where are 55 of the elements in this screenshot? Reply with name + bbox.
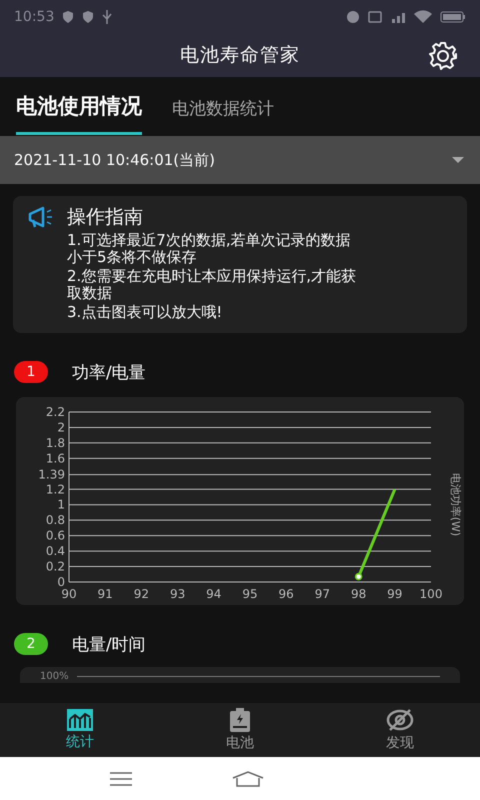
axis-label: 0.6 bbox=[46, 528, 65, 543]
axis-label: 98 bbox=[350, 587, 366, 601]
caret-icon bbox=[452, 157, 464, 163]
section-title: 电量/时间 bbox=[72, 634, 146, 656]
axis-label: 0.4 bbox=[46, 544, 65, 558]
axis-label: 1.2 bbox=[46, 482, 65, 496]
axis-label: 95 bbox=[242, 587, 258, 601]
axis-label: 2 bbox=[57, 420, 65, 434]
nav-item[interactable]: 电池 bbox=[210, 703, 270, 757]
axis-label: 96 bbox=[278, 587, 294, 601]
chart-card[interactable]: 100% bbox=[20, 667, 460, 683]
status-time: 10:53 bbox=[14, 8, 54, 24]
signal-icon bbox=[390, 10, 406, 22]
axis-label: 1.6 bbox=[46, 451, 65, 466]
axis-label: 94 bbox=[206, 587, 222, 601]
battery-icon bbox=[440, 10, 466, 22]
number-badge: 1 bbox=[14, 361, 48, 383]
axis-label: 99 bbox=[387, 587, 402, 601]
app-title: 电池寿命管家 bbox=[180, 43, 300, 68]
tab[interactable]: 电池数据统计 bbox=[172, 97, 274, 135]
axis-label: 97 bbox=[314, 587, 330, 601]
guide-text: 1.可选择最近7次的数据,若单次记录的数据小于5条将不做保存 bbox=[67, 232, 352, 266]
number-badge: 2 bbox=[14, 633, 48, 655]
axis-label: 2.2 bbox=[46, 405, 65, 419]
axis-label: 1.8 bbox=[46, 436, 65, 450]
battery-icon bbox=[229, 708, 251, 732]
axis-label: 1.39 bbox=[38, 468, 65, 482]
guide-text: 2.您需要在充电时让本应用保持运行,才能获取数据 bbox=[67, 268, 358, 302]
axis-label: 1 bbox=[57, 498, 65, 512]
guide-title: 操作指南 bbox=[67, 205, 144, 230]
axis-label: 90 bbox=[61, 587, 77, 601]
nav-item[interactable]: 发现 bbox=[370, 703, 430, 757]
axis-label: 0 bbox=[57, 575, 65, 589]
axis-label: 92 bbox=[134, 587, 150, 601]
axis-label: 0.2 bbox=[46, 560, 65, 574]
shield-icon bbox=[62, 10, 74, 22]
eye-icon bbox=[386, 708, 414, 732]
shield-icon bbox=[82, 10, 94, 22]
menu-icon[interactable] bbox=[110, 772, 132, 786]
record-dropdown[interactable]: 2021-11-10 10:46:01(当前) bbox=[0, 136, 480, 184]
home-icon[interactable] bbox=[232, 770, 264, 786]
settings-icon[interactable] bbox=[428, 41, 458, 71]
nav-item[interactable]: 统计 bbox=[50, 703, 110, 757]
axis-label: 100 bbox=[420, 587, 442, 601]
usb-icon bbox=[102, 10, 112, 24]
axis-label: 93 bbox=[170, 587, 186, 601]
guide-text: 3.点击图表可以放大哦! bbox=[67, 304, 224, 321]
axis-label: 0.8 bbox=[46, 513, 65, 528]
chart-icon bbox=[67, 709, 93, 731]
axis-label: 91 bbox=[98, 587, 113, 601]
data-point bbox=[354, 572, 362, 580]
wifi-icon bbox=[414, 10, 432, 23]
axis-label: 100% bbox=[40, 671, 69, 683]
axis-title: 电池功率(W) bbox=[448, 472, 464, 536]
section-title: 功率/电量 bbox=[72, 362, 146, 384]
